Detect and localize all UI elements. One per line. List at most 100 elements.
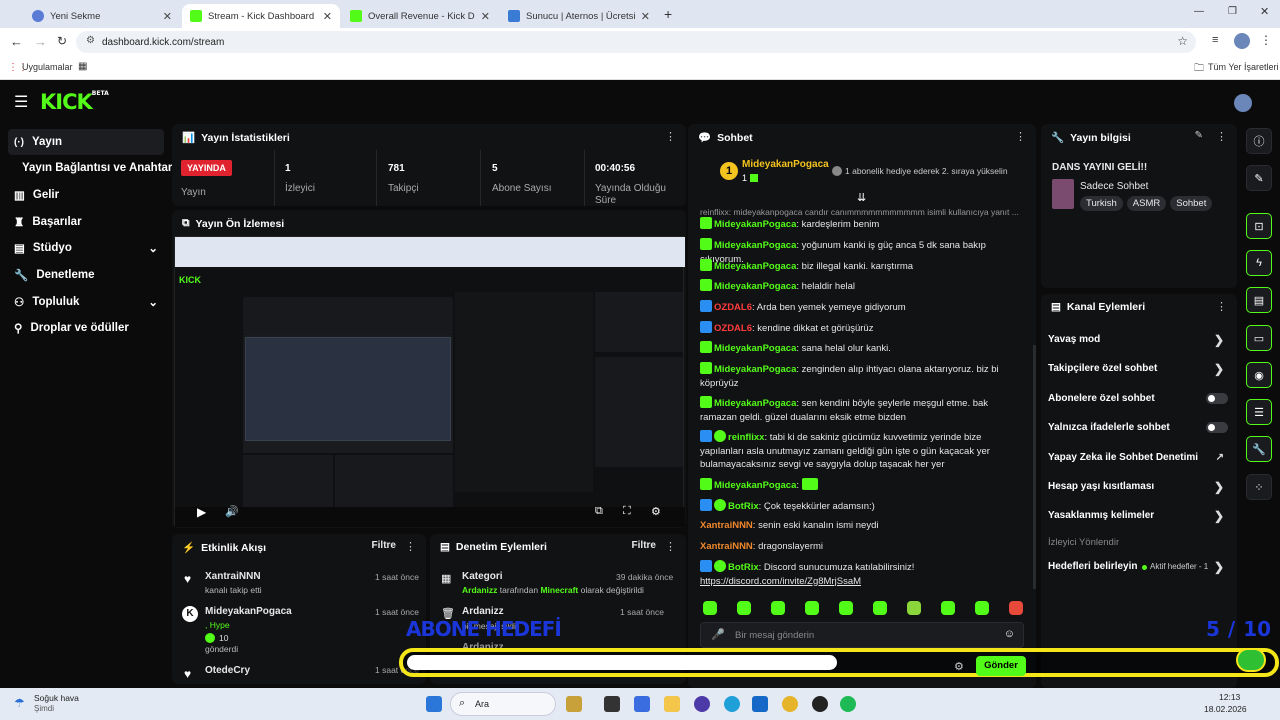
app-icon[interactable] (694, 696, 710, 712)
bolt-icon[interactable]: ϟ (1246, 250, 1272, 276)
sidebar-item-gelir[interactable]: ▥ Gelir (8, 182, 164, 208)
widgets-icon[interactable]: ⁘ (1246, 474, 1272, 500)
file-explorer-icon[interactable] (664, 696, 680, 712)
activity-user[interactable]: OtedeCry (205, 665, 250, 676)
sidebar-item-yayin[interactable]: (·) Yayın (8, 129, 164, 155)
chat-username[interactable]: MideyakanPogaca (714, 261, 796, 272)
close-icon[interactable]: ✕ (163, 10, 172, 23)
store-icon[interactable] (752, 696, 768, 712)
chat-username[interactable]: BotRix (728, 562, 759, 573)
sidebar-item-droplar[interactable]: ⚲ Droplar ve ödüller (8, 315, 164, 341)
chat-settings-icon[interactable]: ⚙ (954, 660, 964, 673)
clock-time[interactable]: 12:13 (1219, 692, 1240, 702)
close-icon[interactable]: ✕ (481, 10, 490, 23)
tab-stream-dashboard[interactable]: Stream - Kick Dashboard ✕ (182, 4, 340, 28)
kebab-menu-icon[interactable]: ⋮ (665, 130, 676, 143)
url-input[interactable]: ⚙ dashboard.kick.com/stream ☆ (76, 31, 1196, 53)
tab-overall-revenue[interactable]: Overall Revenue - Kick Dashbo... ✕ (342, 4, 498, 28)
restore-button[interactable]: ❐ (1228, 6, 1237, 17)
tab-aternos[interactable]: Sunucu | Aternos | Ücretsiz Min... ✕ (500, 4, 658, 28)
slow-mode-action[interactable]: Yavaş mod ❯ (1048, 333, 1228, 347)
emote-icon[interactable] (805, 601, 819, 615)
sidebar-item-topluluk[interactable]: ⚇ Topluluk ⌄ (8, 289, 164, 315)
back-icon[interactable]: ← (10, 34, 23, 49)
ai-moderation-action[interactable]: Yapay Zeka ile Sohbet Denetimi ↗ (1048, 452, 1228, 463)
leaderboard-user[interactable]: MideyakanPogaca (742, 159, 829, 170)
followers-only-action[interactable]: Takipçilere özel sohbet ❯ (1048, 362, 1228, 376)
emote-icon[interactable] (703, 601, 717, 615)
chat-username[interactable]: MideyakanPogaca (714, 343, 796, 354)
emoji-icon[interactable]: ☺ (1004, 628, 1015, 640)
kick-logo[interactable]: KICKBETA (40, 90, 109, 114)
edit-pencil-icon[interactable]: ✎ (1195, 130, 1203, 141)
fullscreen-icon[interactable]: ⛶ (623, 505, 631, 518)
window-close-button[interactable]: ✕ (1260, 5, 1269, 18)
kebab-menu-icon[interactable]: ⋮ (1015, 130, 1026, 143)
filter-button[interactable]: Filtre (372, 540, 396, 551)
chat-link[interactable]: https://discord.com/invite/Zg8MrjSsaM (700, 576, 861, 587)
taskbar-search[interactable]: ⌕ Ara (450, 692, 556, 716)
list-icon[interactable]: ☰ (1246, 399, 1272, 425)
hamburger-menu-icon[interactable]: ☰ (14, 92, 28, 112)
filter-button[interactable]: Filtre (632, 540, 656, 551)
banned-words-action[interactable]: Yasaklanmış kelimeler ❯ (1048, 509, 1228, 523)
chat-username[interactable]: MideyakanPogaca (714, 398, 796, 409)
close-icon[interactable]: ✕ (323, 10, 332, 23)
chat-input[interactable]: 🎤 Bir mesaj gönderin ☺ (700, 622, 1024, 648)
activity-user[interactable]: MideyakanPogaca (205, 606, 292, 617)
chat-username[interactable]: XantraiNNN (700, 541, 753, 552)
edge-icon[interactable] (724, 696, 740, 712)
kebab-menu-icon[interactable]: ⋮ (405, 540, 416, 553)
send-button[interactable]: Gönder (976, 656, 1026, 676)
chat-username[interactable]: MideyakanPogaca (714, 281, 796, 292)
play-icon[interactable]: ▶ (197, 505, 206, 519)
toggle-switch[interactable] (1206, 422, 1228, 433)
kebab-menu-icon[interactable]: ⋮ (1216, 300, 1227, 313)
microphone-icon[interactable]: 🎤 (711, 628, 725, 641)
chat-username[interactable]: MideyakanPogaca (714, 480, 796, 491)
broadcast-icon[interactable]: ◉ (1246, 362, 1272, 388)
sidebar-item-denetleme[interactable]: 🔧 Denetleme (8, 262, 164, 288)
pip-icon[interactable]: ⧉ (595, 505, 603, 518)
minimize-button[interactable]: — (1194, 6, 1204, 17)
forward-icon[interactable]: → (34, 34, 47, 49)
emotes-only-toggle[interactable]: Yalnızca ifadelerle sohbet (1048, 422, 1228, 433)
user-avatar[interactable] (1234, 94, 1252, 112)
emote-icon[interactable] (941, 601, 955, 615)
apps-bookmark[interactable]: Uygulamalar (22, 62, 73, 72)
expand-arrow-icon[interactable]: ⇊ (857, 191, 866, 204)
chat-username[interactable]: OZDAL6 (714, 323, 752, 334)
emote-icon[interactable] (1009, 601, 1023, 615)
sidebar-item-basarilar[interactable]: ♜ Başarılar (8, 209, 164, 235)
site-info-icon[interactable]: ⚙ (86, 35, 95, 46)
tab-groups-icon[interactable]: ▦ (78, 61, 87, 72)
browser-menu-icon[interactable]: ⋮ (1260, 33, 1272, 47)
settings-gear-icon[interactable]: ⚙ (651, 505, 661, 518)
document-icon[interactable]: ▤ (1246, 287, 1272, 313)
emote-icon[interactable] (771, 601, 785, 615)
widget-icon[interactable] (566, 696, 582, 712)
app-icon[interactable] (812, 696, 828, 712)
chat-bubble-icon[interactable]: ▭ (1246, 325, 1272, 351)
wrench-icon[interactable]: 🔧 (1246, 436, 1272, 462)
emote-icon[interactable] (975, 601, 989, 615)
chat-username[interactable]: BotRix (728, 501, 759, 512)
info-circle-icon[interactable]: ⓘ (1246, 128, 1272, 154)
new-tab-button[interactable]: + (664, 6, 672, 22)
emote-icon[interactable] (907, 601, 921, 615)
chat-username[interactable]: XantraiNNN (700, 520, 753, 531)
kebab-menu-icon[interactable]: ⋮ (1216, 130, 1227, 143)
preview-video[interactable]: KICK ▶ 🔊 ⧉ ⛶ ⚙ (174, 236, 685, 527)
sidebar-item-stream-key[interactable]: Yayın Bağlantısı ve Anahtarı (16, 155, 176, 181)
pencil-icon[interactable]: ✎ (1246, 165, 1272, 191)
focus-icon[interactable]: ⊡ (1246, 213, 1272, 239)
sidebar-item-studyo[interactable]: ▤ Stüdyo ⌄ (8, 235, 164, 261)
reading-list-icon[interactable]: ≡ (1212, 34, 1218, 46)
emote-icon[interactable] (873, 601, 887, 615)
toggle-switch[interactable] (1206, 393, 1228, 404)
raid-label[interactable]: İzleyici Yönlendir (1048, 537, 1119, 548)
chrome-icon[interactable] (782, 696, 798, 712)
chat-username[interactable]: MideyakanPogaca (714, 240, 796, 251)
task-view-icon[interactable] (604, 696, 620, 712)
emote-icon[interactable] (737, 601, 751, 615)
